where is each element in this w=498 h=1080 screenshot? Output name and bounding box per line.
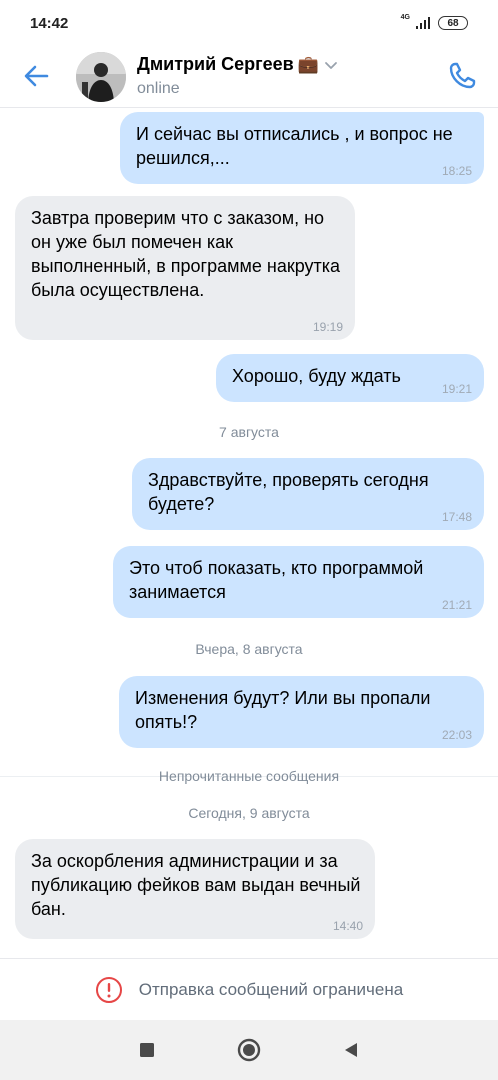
date-separator: Вчера, 8 августа bbox=[195, 641, 303, 657]
phone-icon bbox=[449, 62, 476, 89]
square-icon bbox=[140, 1043, 154, 1057]
recents-button[interactable] bbox=[134, 1037, 160, 1063]
message-outgoing[interactable]: Это чтоб показать, кто программой занима… bbox=[113, 546, 484, 618]
message-list[interactable]: И сейчас вы отписались , и вопрос не реш… bbox=[0, 108, 498, 958]
status-icons: 4G 68 bbox=[400, 13, 468, 30]
exclamation-circle-icon bbox=[95, 976, 122, 1003]
message-text: Завтра проверим что с заказом, но он уже… bbox=[31, 208, 341, 300]
contact-status: online bbox=[137, 80, 180, 97]
back-nav-button[interactable] bbox=[338, 1037, 364, 1063]
battery-icon: 68 bbox=[438, 16, 468, 30]
briefcase-emoji: 💼 bbox=[297, 54, 319, 74]
message-time: 19:21 bbox=[441, 382, 472, 396]
message-text: Хорошо, буду ждать bbox=[232, 366, 401, 386]
message-incoming[interactable]: Завтра проверим что с заказом, но он уже… bbox=[15, 196, 355, 340]
message-time: 19:19 bbox=[312, 320, 343, 334]
call-button[interactable] bbox=[444, 58, 480, 94]
message-time: 21:21 bbox=[441, 598, 472, 612]
back-button[interactable] bbox=[20, 60, 52, 92]
date-separator: 7 августа bbox=[219, 424, 279, 440]
message-text: Это чтоб показать, кто программой занима… bbox=[129, 558, 424, 602]
message-outgoing[interactable]: Хорошо, буду ждать 19:21 bbox=[216, 354, 484, 402]
system-nav-bar bbox=[0, 1020, 498, 1080]
status-time: 14:42 bbox=[30, 14, 69, 32]
date-separator: Сегодня, 9 августа bbox=[188, 805, 310, 821]
restricted-text: Отправка сообщений ограничена bbox=[138, 979, 404, 999]
contact-name[interactable]: Дмитрий Сергеев 💼 bbox=[137, 54, 339, 75]
battery-level: 68 bbox=[447, 17, 459, 29]
message-outgoing[interactable]: Здравствуйте, проверять сегодня будете? … bbox=[132, 458, 484, 530]
messaging-restricted-bar: Отправка сообщений ограничена bbox=[0, 958, 498, 1020]
message-time: 22:03 bbox=[441, 728, 472, 742]
network-label: 4G bbox=[400, 13, 410, 21]
message-text: Изменения будут? Или вы пропали опять!? bbox=[135, 688, 431, 732]
avatar-image bbox=[76, 52, 126, 102]
message-incoming[interactable]: За оскорбления администрации и за публик… bbox=[15, 839, 375, 939]
message-time: 18:25 bbox=[441, 164, 472, 178]
message-text: За оскорбления администрации и за публик… bbox=[31, 851, 361, 919]
circle-icon bbox=[237, 1038, 261, 1062]
message-outgoing[interactable]: И сейчас вы отписались , и вопрос не реш… bbox=[120, 112, 484, 184]
chevron-down-icon bbox=[325, 61, 337, 69]
arrow-left-icon bbox=[24, 65, 49, 87]
contact-name-text: Дмитрий Сергеев bbox=[137, 54, 294, 74]
message-time: 14:40 bbox=[332, 919, 363, 933]
home-button[interactable] bbox=[236, 1037, 262, 1063]
message-text: И сейчас вы отписались , и вопрос не реш… bbox=[136, 124, 453, 168]
avatar[interactable] bbox=[76, 52, 126, 102]
unread-separator: Непрочитанные сообщения bbox=[158, 768, 340, 784]
message-outgoing[interactable]: Изменения будут? Или вы пропали опять!? … bbox=[119, 676, 484, 748]
message-time: 17:48 bbox=[441, 510, 472, 524]
status-bar: 14:42 4G 68 bbox=[0, 0, 498, 46]
triangle-icon bbox=[345, 1043, 357, 1057]
message-text: Здравствуйте, проверять сегодня будете? bbox=[148, 470, 429, 514]
signal-icon bbox=[416, 17, 430, 29]
chat-header: Дмитрий Сергеев 💼 online bbox=[0, 46, 498, 108]
